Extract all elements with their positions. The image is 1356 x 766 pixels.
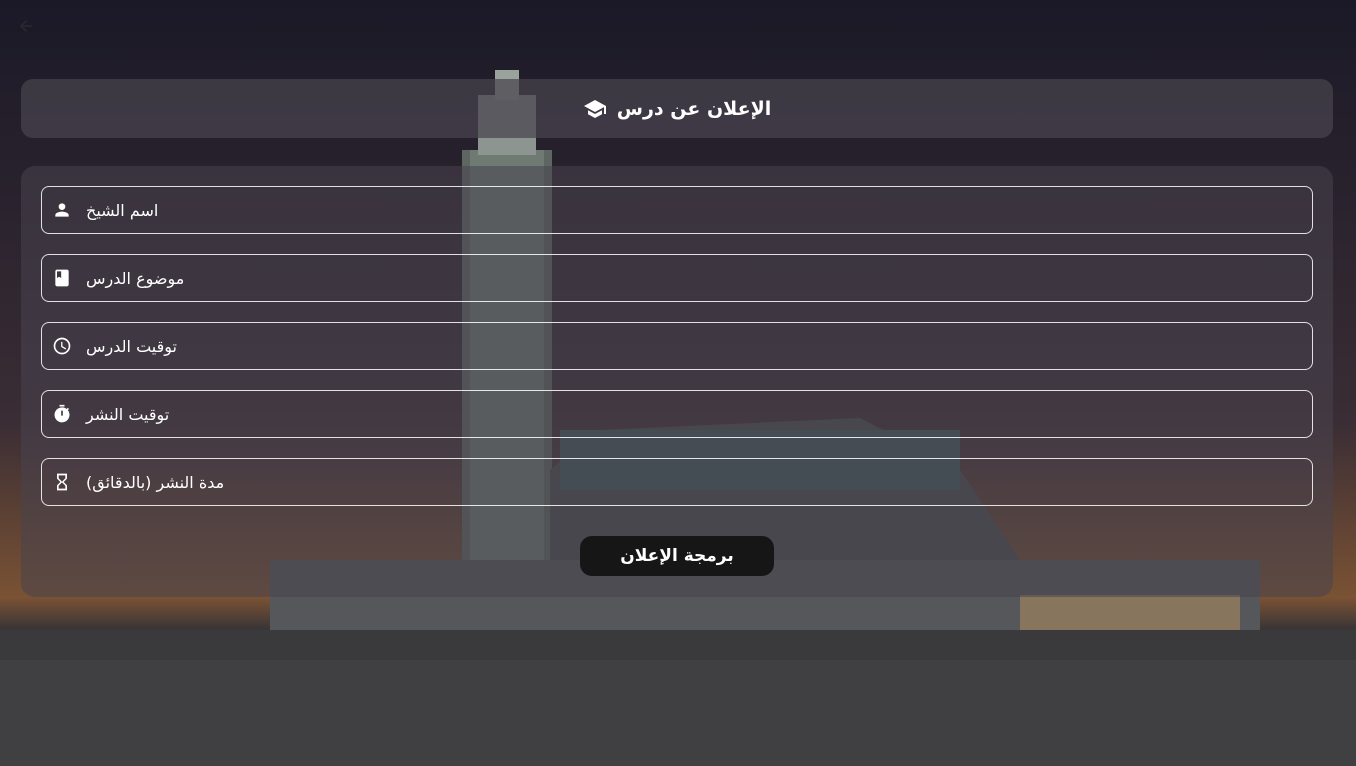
sheikh-name-label: اسم الشيخ — [86, 200, 159, 220]
page-title-bar: الإعلان عن درس — [21, 79, 1333, 138]
announcement-form: اسم الشيخ موضوع الدرس توقيت الدرس توقيت … — [21, 166, 1333, 597]
publish-duration-field[interactable]: مدة النشر (بالدقائق) — [41, 458, 1313, 506]
lesson-topic-field[interactable]: موضوع الدرس — [41, 254, 1313, 302]
page-title: الإعلان عن درس — [616, 97, 772, 120]
hourglass-icon — [52, 472, 72, 492]
app-screen: الإعلان عن درس اسم الشيخ موضوع الدرس توق… — [0, 0, 1356, 766]
back-arrow-icon[interactable] — [14, 14, 38, 38]
book-icon — [52, 268, 72, 288]
person-icon — [52, 200, 72, 220]
clock-icon — [52, 336, 72, 356]
schedule-announcement-button[interactable]: برمجة الإعلان — [580, 536, 774, 576]
lesson-topic-label: موضوع الدرس — [86, 268, 185, 288]
publish-duration-label: مدة النشر (بالدقائق) — [86, 472, 225, 492]
sheikh-name-field[interactable]: اسم الشيخ — [41, 186, 1313, 234]
publish-time-label: توقيت النشر — [86, 404, 170, 424]
lesson-time-field[interactable]: توقيت الدرس — [41, 322, 1313, 370]
lesson-time-label: توقيت الدرس — [86, 336, 177, 356]
timer-icon — [52, 404, 72, 424]
publish-time-field[interactable]: توقيت النشر — [41, 390, 1313, 438]
graduation-cap-icon — [583, 97, 607, 121]
